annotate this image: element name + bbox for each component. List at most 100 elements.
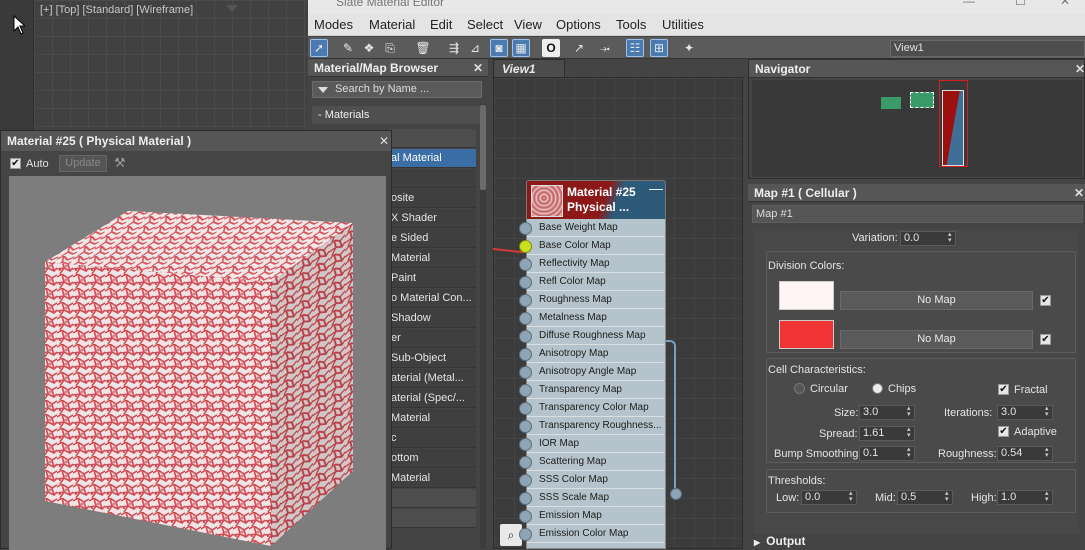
- browser-item[interactable]: Sub-Object: [388, 349, 476, 368]
- move-children-icon[interactable]: ⇶: [445, 39, 463, 57]
- menu-options[interactable]: Options: [556, 17, 601, 32]
- output-socket[interactable]: [670, 488, 682, 500]
- node-slot[interactable]: Transparency Color Map: [527, 399, 664, 417]
- select-tool-icon[interactable]: ➚: [310, 39, 328, 57]
- menu-tools[interactable]: Tools: [616, 17, 646, 32]
- size-spinner[interactable]: 3.0: [859, 405, 915, 420]
- browser-search-input[interactable]: Search by Name ...: [312, 81, 482, 98]
- material-node[interactable]: Material #25 Physical ... — Base Weight …: [519, 180, 666, 549]
- node-slot[interactable]: Emission Color Map: [527, 525, 664, 543]
- menu-utilities[interactable]: Utilities: [662, 17, 704, 32]
- menu-view[interactable]: View: [514, 17, 542, 32]
- browser-item[interactable]: al Material: [388, 149, 476, 168]
- node-slot[interactable]: Scattering Map: [527, 453, 664, 471]
- mid-spinner[interactable]: 0.5: [897, 490, 953, 505]
- variation-spinner[interactable]: 0.0: [900, 231, 956, 246]
- navigator-close-icon[interactable]: ✕: [1075, 60, 1085, 78]
- browser-item[interactable]: osite: [388, 189, 476, 208]
- material-map-navigator-icon[interactable]: ✦: [680, 39, 698, 57]
- fractal-checkbox[interactable]: ✔: [998, 384, 1009, 395]
- browser-item[interactable]: aterial (Spec/...: [388, 389, 476, 408]
- slot-socket[interactable]: [519, 348, 532, 361]
- params-close-icon[interactable]: ✕: [1074, 184, 1084, 202]
- hide-unused-icon[interactable]: ⊿: [466, 39, 484, 57]
- browser-item[interactable]: aterial (Metal...: [388, 369, 476, 388]
- bump-smoothing-spinner[interactable]: 0.1: [859, 446, 915, 461]
- adaptive-checkbox[interactable]: ✔: [998, 426, 1009, 437]
- preview-viewport[interactable]: [9, 176, 386, 550]
- browser-item[interactable]: c: [388, 429, 476, 448]
- materials-group-header[interactable]: - Materials: [312, 106, 482, 124]
- browser-item[interactable]: [388, 169, 476, 188]
- backlight-icon[interactable]: O: [542, 39, 560, 57]
- node-slot[interactable]: Emission Map: [527, 507, 664, 525]
- slot-socket[interactable]: [519, 222, 532, 235]
- go-to-parent-icon[interactable]: ↗: [570, 39, 588, 57]
- slot-socket[interactable]: [519, 258, 532, 271]
- node-slot[interactable]: Roughness Map: [527, 291, 664, 309]
- node-collapse-icon[interactable]: —: [649, 180, 663, 196]
- assign-material-icon[interactable]: ⎘: [381, 39, 399, 57]
- auto-checkbox[interactable]: ✔: [10, 158, 21, 169]
- render-options-icon[interactable]: ⚒: [114, 155, 126, 171]
- node-slot[interactable]: IOR Map: [527, 435, 664, 453]
- view-select-dropdown[interactable]: View1: [890, 40, 1085, 57]
- low-spinner[interactable]: 0.0: [801, 490, 857, 505]
- browser-item[interactable]: o Material Con...: [388, 289, 476, 308]
- node-slot[interactable]: Reflectivity Map: [527, 255, 664, 273]
- slot-socket[interactable]: [519, 456, 532, 469]
- filter-icon[interactable]: [226, 5, 238, 12]
- browser-item[interactable]: [388, 489, 476, 508]
- map-name-field[interactable]: Map #1: [752, 205, 1083, 223]
- map-enable-checkbox-2[interactable]: ✔: [1040, 334, 1051, 345]
- navigator-viewport-frame[interactable]: [939, 80, 968, 167]
- slot-socket[interactable]: [519, 420, 532, 433]
- browser-item[interactable]: ottom: [388, 449, 476, 468]
- browser-item[interactable]: [388, 509, 476, 528]
- spread-spinner[interactable]: 1.61: [859, 426, 915, 441]
- roughness-spinner[interactable]: 0.54: [997, 446, 1053, 461]
- node-header[interactable]: Material #25 Physical ... —: [526, 180, 666, 219]
- slot-socket[interactable]: [519, 510, 532, 523]
- layout-all-icon[interactable]: ☷: [626, 39, 644, 57]
- browser-item[interactable]: Shadow: [388, 309, 476, 328]
- slot-socket[interactable]: [519, 294, 532, 307]
- circular-radio[interactable]: [794, 383, 805, 394]
- go-forward-icon[interactable]: ⤞: [596, 39, 614, 57]
- show-background-icon[interactable]: ▦: [512, 39, 530, 57]
- menu-select[interactable]: Select: [467, 17, 503, 32]
- node-slot[interactable]: Metalness Map: [527, 309, 664, 327]
- browser-scroll-thumb[interactable]: [480, 105, 486, 190]
- slot-socket[interactable]: [519, 492, 532, 505]
- tab-view1[interactable]: View1: [493, 59, 565, 77]
- node-slot[interactable]: Transparency Map: [527, 381, 664, 399]
- slot-socket[interactable]: [519, 366, 532, 379]
- high-spinner[interactable]: 1.0: [997, 490, 1053, 505]
- slot-socket[interactable]: [519, 528, 532, 541]
- viewport-label[interactable]: [+] [Top] [Standard] [Wireframe]: [40, 4, 193, 16]
- node-slot[interactable]: Refl Color Map: [527, 273, 664, 291]
- browser-close-icon[interactable]: ✕: [473, 59, 483, 77]
- minimize-icon[interactable]: —: [963, 0, 975, 8]
- chips-radio[interactable]: [872, 383, 883, 394]
- close-icon[interactable]: ✕: [1060, 0, 1070, 8]
- node-slot[interactable]: Base Color Map: [527, 237, 664, 255]
- browser-item[interactable]: Material: [388, 469, 476, 488]
- slot-socket[interactable]: [519, 276, 532, 289]
- slot-socket[interactable]: [519, 330, 532, 343]
- browser-item[interactable]: er: [388, 329, 476, 348]
- navigator-view[interactable]: [752, 80, 1082, 177]
- browser-item[interactable]: Material: [388, 249, 476, 268]
- map-enable-checkbox-1[interactable]: ✔: [1040, 295, 1051, 306]
- node-slot[interactable]: SSS Scale Map: [527, 489, 664, 507]
- node-slot[interactable]: SSS Color Map: [527, 471, 664, 489]
- menu-material[interactable]: Material: [369, 17, 415, 32]
- delete-icon[interactable]: 🗑: [414, 39, 432, 57]
- slot-socket[interactable]: [519, 384, 532, 397]
- maximize-icon[interactable]: ☐: [1015, 0, 1026, 8]
- menu-modes[interactable]: Modes: [314, 17, 353, 32]
- browser-item[interactable]: X Shader: [388, 209, 476, 228]
- search-options-icon[interactable]: [318, 87, 328, 93]
- iterations-spinner[interactable]: 3.0: [997, 405, 1053, 420]
- preview-close-icon[interactable]: ✕: [379, 134, 389, 148]
